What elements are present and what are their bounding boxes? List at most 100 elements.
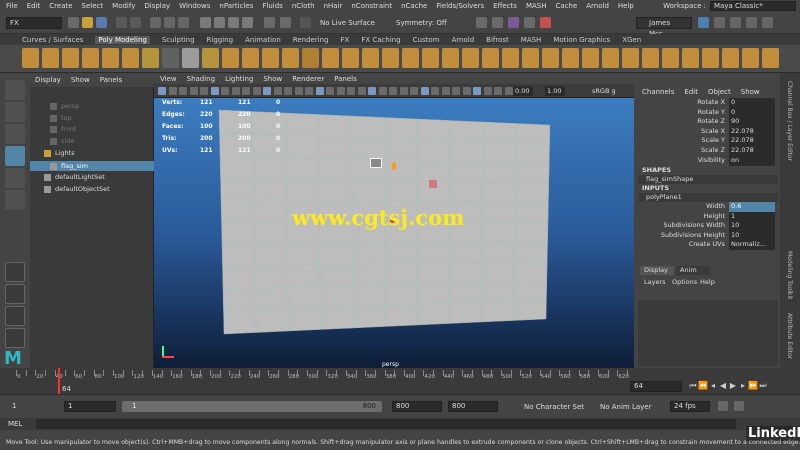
live-surface-field[interactable]: No Live Surface bbox=[320, 17, 390, 29]
channel-value[interactable]: 0 bbox=[729, 98, 775, 108]
shelf-tool-icon[interactable] bbox=[342, 48, 359, 68]
input-row-subdivisionsheight[interactable]: Subdivisions Height 10 bbox=[634, 230, 780, 241]
channel-row-scaley[interactable]: Scale Y 22.078 bbox=[634, 136, 780, 147]
construction-history-icon[interactable] bbox=[280, 17, 291, 28]
shelf-tool-icon[interactable] bbox=[302, 48, 319, 68]
channel-value[interactable]: 22.078 bbox=[729, 126, 775, 137]
input-value[interactable]: 10 bbox=[729, 221, 775, 232]
channel-menu-channels[interactable]: Channels bbox=[642, 88, 674, 96]
shelf-tool-icon[interactable] bbox=[762, 48, 779, 68]
channel-row-rotatey[interactable]: Rotate Y 0 bbox=[634, 107, 780, 118]
step-back-key-icon[interactable]: ⏪ bbox=[698, 381, 708, 391]
shelf-tool-icon[interactable] bbox=[122, 48, 139, 68]
shelf-tool-icon[interactable] bbox=[422, 48, 439, 68]
input-row-height[interactable]: Height 1 bbox=[634, 211, 780, 222]
shelf-tool-icon[interactable] bbox=[262, 48, 279, 68]
shelf-tool-icon[interactable] bbox=[402, 48, 419, 68]
outliner-item-defaultobjectset[interactable]: defaultObjectSet bbox=[30, 184, 154, 194]
layer-menu-options[interactable]: Options bbox=[672, 278, 697, 286]
layer-menu-help[interactable]: Help bbox=[700, 278, 715, 286]
shelf-tool-icon[interactable] bbox=[682, 48, 699, 68]
viewport-tool-icon[interactable] bbox=[168, 87, 177, 95]
outliner-menu-panels[interactable]: Panels bbox=[100, 76, 123, 84]
shelf-tool-icon[interactable] bbox=[362, 48, 379, 68]
menu-item-ncache[interactable]: nCache bbox=[401, 2, 427, 10]
shelf-tab-rigging[interactable]: Rigging bbox=[207, 36, 234, 44]
step-forward-icon[interactable]: ▸ bbox=[738, 381, 748, 391]
menu-set-dropdown[interactable]: FX bbox=[6, 17, 62, 29]
shelf-tool-icon[interactable] bbox=[662, 48, 679, 68]
shelf-tool-icon[interactable] bbox=[582, 48, 599, 68]
menu-item-fieldssolvers[interactable]: Fields/Solvers bbox=[436, 2, 484, 10]
menu-item-help[interactable]: Help bbox=[618, 2, 634, 10]
shelf-tab-bifrost[interactable]: Bifrost bbox=[486, 36, 509, 44]
scale-tool-icon[interactable] bbox=[5, 190, 25, 210]
ipr-render-icon[interactable] bbox=[492, 17, 503, 28]
outliner-item-flagsim[interactable]: flag_sim bbox=[30, 161, 154, 171]
viewport-tool-icon[interactable] bbox=[179, 87, 187, 95]
start-time-label[interactable]: 1 bbox=[12, 402, 16, 410]
shelf-tab-curvessurfaces[interactable]: Curves / Surfaces bbox=[22, 36, 83, 44]
channel-box-icon[interactable] bbox=[762, 17, 773, 28]
shelf-tool-icon[interactable] bbox=[42, 48, 59, 68]
shelf-tool-icon[interactable] bbox=[622, 48, 639, 68]
shelf-tool-icon[interactable] bbox=[102, 48, 119, 68]
search-icon[interactable] bbox=[698, 17, 709, 28]
layer-tab-anim[interactable]: Anim bbox=[676, 266, 710, 275]
play-backward-icon[interactable]: ◀ bbox=[718, 381, 728, 391]
menu-item-fluids[interactable]: Fluids bbox=[262, 2, 282, 10]
step-forward-key-icon[interactable]: ⏩ bbox=[748, 381, 758, 391]
move-tool-icon[interactable] bbox=[5, 146, 25, 166]
shelf-tab-arnold[interactable]: Arnold bbox=[452, 36, 475, 44]
menu-item-ncloth[interactable]: nCloth bbox=[292, 2, 315, 10]
step-back-icon[interactable]: ◂ bbox=[708, 381, 718, 391]
color-space-label[interactable]: sRGB g bbox=[592, 86, 628, 96]
outliner-item-front[interactable]: front bbox=[30, 124, 154, 134]
viewport-tool-icon[interactable] bbox=[189, 87, 198, 95]
viewport-tool-icon[interactable] bbox=[410, 87, 418, 95]
channel-value[interactable]: 90 bbox=[729, 117, 775, 128]
input-row-createuvs[interactable]: Create UVs Normaliz... bbox=[634, 240, 780, 251]
outliner-menu-show[interactable]: Show bbox=[71, 76, 90, 84]
channel-value[interactable]: 0 bbox=[729, 107, 775, 118]
outliner-menu-display[interactable]: Display bbox=[35, 76, 61, 84]
menu-item-windows[interactable]: Windows bbox=[179, 2, 210, 10]
playback-end-field[interactable]: 800 bbox=[448, 401, 498, 412]
viewport-tool-icon[interactable] bbox=[399, 87, 408, 95]
viewport-tool-icon[interactable] bbox=[252, 87, 261, 95]
channel-row-scalex[interactable]: Scale X 22.078 bbox=[634, 126, 780, 137]
manipulator-icon[interactable] bbox=[392, 162, 396, 170]
play-forward-icon[interactable]: ▶ bbox=[728, 381, 738, 391]
viewport-tool-icon[interactable] bbox=[462, 87, 471, 95]
outliner-item-side[interactable]: side bbox=[30, 136, 154, 146]
viewport-tool-icon[interactable] bbox=[357, 87, 366, 95]
attribute-editor-icon[interactable] bbox=[730, 17, 741, 28]
viewport-tool-icon[interactable] bbox=[473, 87, 481, 95]
viewport-tool-icon[interactable] bbox=[315, 87, 324, 95]
shelf-tab-animation[interactable]: Animation bbox=[245, 36, 281, 44]
shelf-tab-fxcaching[interactable]: FX Caching bbox=[361, 36, 400, 44]
lasso-tool-icon[interactable] bbox=[5, 102, 25, 122]
channel-menu-show[interactable]: Show bbox=[741, 88, 760, 96]
menu-item-select[interactable]: Select bbox=[82, 2, 104, 10]
save-scene-icon[interactable] bbox=[96, 17, 107, 28]
command-language-label[interactable]: MEL bbox=[8, 420, 32, 428]
shelf-tab-sculpting[interactable]: Sculpting bbox=[162, 36, 195, 44]
viewport-tool-icon[interactable] bbox=[294, 87, 303, 95]
shelf-tool-icon[interactable] bbox=[62, 48, 79, 68]
viewport-tool-icon[interactable] bbox=[494, 87, 502, 95]
shelf-tab-motiongraphics[interactable]: Motion Graphics bbox=[553, 36, 610, 44]
channel-menu-object[interactable]: Object bbox=[708, 88, 731, 96]
channel-row-rotatex[interactable]: Rotate X 0 bbox=[634, 98, 780, 108]
render-frame-icon[interactable] bbox=[476, 17, 487, 28]
fps-dropdown[interactable]: 24 fps bbox=[670, 401, 710, 412]
shelf-tab-mash[interactable]: MASH bbox=[521, 36, 542, 44]
viewport-menu-show[interactable]: Show bbox=[263, 75, 282, 83]
viewport-tool-icon[interactable] bbox=[441, 87, 450, 95]
channel-row-scalez[interactable]: Scale Z 22.078 bbox=[634, 146, 780, 156]
shelf-tab-polymodeling[interactable]: Poly Modeling bbox=[95, 35, 150, 44]
rotate-tool-icon[interactable] bbox=[5, 168, 25, 188]
shelf-tool-icon[interactable] bbox=[22, 48, 39, 68]
menu-item-create[interactable]: Create bbox=[49, 2, 72, 10]
render-settings-icon[interactable] bbox=[508, 17, 519, 28]
